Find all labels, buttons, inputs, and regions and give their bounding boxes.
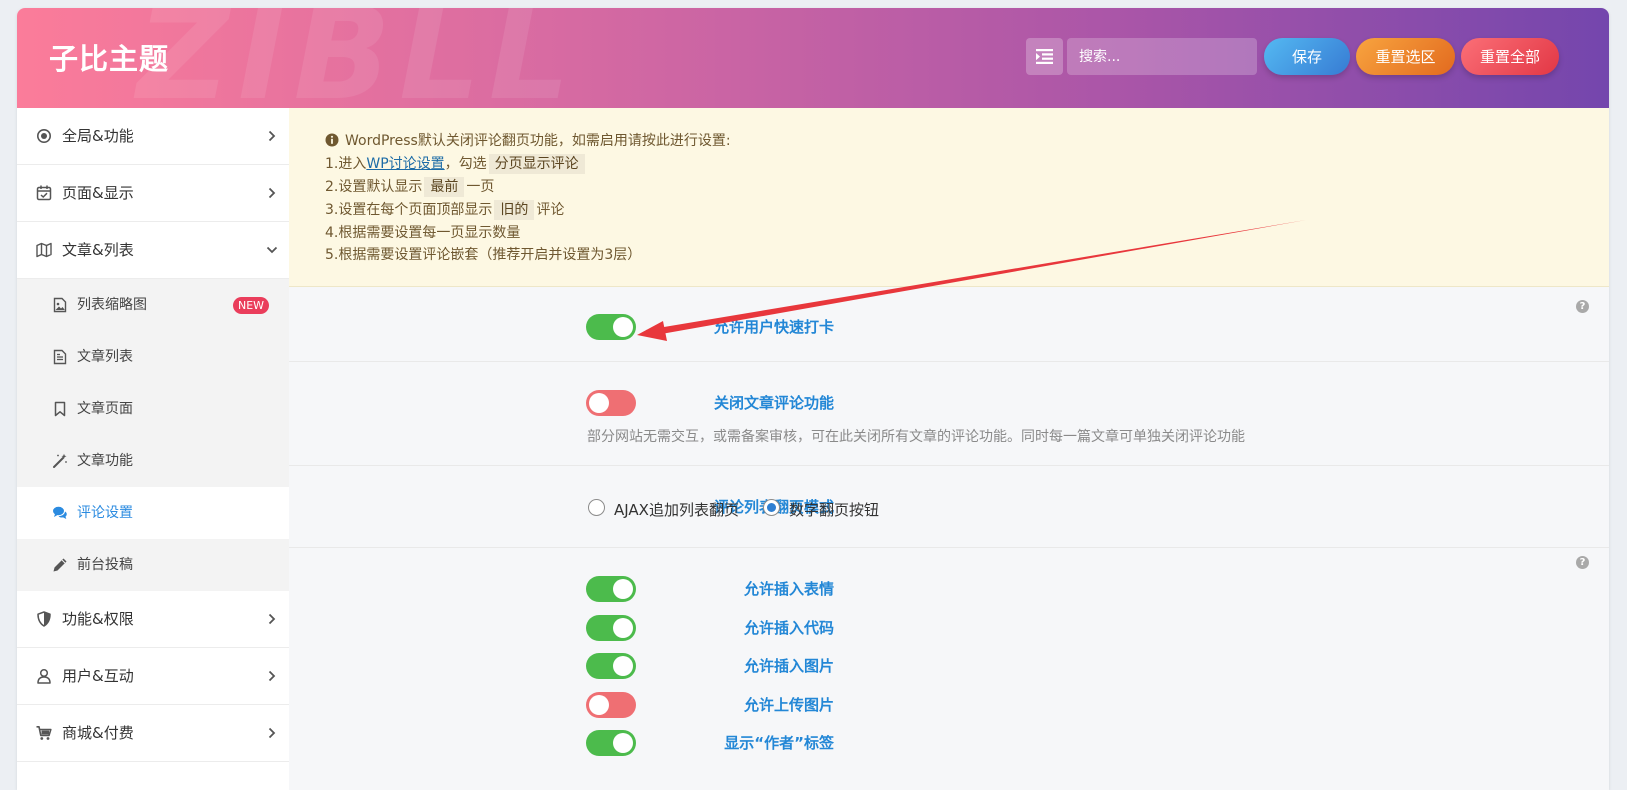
magic-wand-icon — [53, 453, 67, 468]
sidebar-item-global[interactable]: 全局&功能 — [17, 108, 289, 165]
list-indent-icon — [1036, 49, 1053, 64]
chevron-right-icon — [268, 670, 276, 682]
notice-code: 最前 — [424, 177, 465, 197]
sidebar: 全局&功能 页面&显示 文章&列表 列表缩略图 NEW 文章列表 文章页面 文章… — [17, 108, 289, 790]
chevron-right-icon — [268, 613, 276, 625]
sidebar-subitem-label: 文章列表 — [77, 349, 133, 365]
pagination-number-radio[interactable] — [763, 499, 780, 516]
sidebar-subitem-label: 评论设置 — [77, 505, 133, 521]
show-author-tag-label: 显示“作者”标签 — [724, 734, 834, 752]
pagination-mode-label: 评论列表翻页模式 — [289, 496, 834, 517]
show-author-tag-toggle[interactable] — [586, 730, 636, 756]
sidebar-item-shop[interactable]: 商城&付费 — [17, 705, 289, 762]
allow-upload-toggle[interactable] — [586, 692, 636, 718]
allow-image-toggle[interactable] — [586, 653, 636, 679]
image-icon — [53, 297, 67, 313]
notice-title-text: WordPress默认关闭评论翻页功能，如需启用请按此进行设置: — [345, 133, 731, 149]
sidebar-subitem-post-list[interactable]: 文章列表 — [17, 331, 289, 383]
sidebar-subitem-post-features[interactable]: 文章功能 — [17, 435, 289, 487]
pagination-ajax-label[interactable]: AJAX追加列表翻页 — [614, 499, 739, 520]
sidebar-item-label: 商城&付费 — [62, 724, 134, 742]
menu-toggle-button[interactable] — [1026, 38, 1063, 75]
settings-content: WordPress默认关闭评论翻页功能，如需启用请按此进行设置: 1.进入WP讨… — [289, 108, 1609, 790]
pagination-number-label[interactable]: 数字翻页按钮 — [789, 499, 879, 520]
notice-title: WordPress默认关闭评论翻页功能，如需启用请按此进行设置: — [325, 130, 731, 150]
info-icon — [325, 133, 339, 147]
notice-line-3: 3.设置在每个页面顶部显示 旧的 评论 — [325, 199, 565, 220]
bookmark-icon — [54, 401, 66, 417]
chevron-right-icon — [268, 130, 276, 142]
site-logo: 子比主题 — [49, 42, 170, 76]
sidebar-item-label: 全局&功能 — [62, 127, 134, 145]
quick-checkin-label: 允许用户快速打卡 — [713, 318, 834, 336]
sidebar-item-permissions[interactable]: 功能&权限 — [17, 591, 289, 648]
allow-code-label: 允许插入代码 — [743, 619, 834, 637]
pencil-icon — [53, 558, 67, 572]
user-icon — [37, 668, 51, 684]
sidebar-subitem-frontend-post[interactable]: 前台投稿 — [17, 539, 289, 591]
notice-text: 1.进入 — [325, 156, 367, 172]
allow-emoji-label: 允许插入表情 — [743, 580, 834, 598]
sidebar-subitem-thumbnails[interactable]: 列表缩略图 NEW — [17, 279, 289, 331]
watermark-logo: ZIBLL — [137, 8, 579, 108]
wp-discussion-settings-link[interactable]: WP讨论设置 — [366, 156, 444, 172]
shield-icon — [37, 611, 51, 627]
target-icon — [37, 129, 51, 143]
notice-code: 分页显示评论 — [488, 154, 585, 174]
chevron-right-icon — [268, 727, 276, 739]
sidebar-item-posts[interactable]: 文章&列表 — [17, 222, 289, 279]
sidebar-subitem-label: 前台投稿 — [77, 557, 133, 573]
field-close-comments — [289, 362, 1609, 466]
sidebar-item-label: 页面&显示 — [62, 184, 134, 202]
save-button[interactable]: 保存 — [1264, 38, 1350, 75]
allow-code-toggle[interactable] — [586, 615, 636, 641]
sidebar-subitem-label: 列表缩略图 — [77, 297, 147, 313]
sidebar-subitem-label: 文章功能 — [77, 453, 133, 469]
reset-section-button[interactable]: 重置选区 — [1356, 38, 1455, 75]
sidebar-item-label: 用户&互动 — [62, 667, 134, 685]
close-comments-description: 部分网站无需交互，或需备案审核，可在此关闭所有文章的评论功能。同时每一篇文章可单… — [587, 429, 1245, 445]
notice-line-4: 4.根据需要设置每一页显示数量 — [325, 225, 521, 241]
help-icon[interactable]: ? — [1576, 300, 1589, 313]
sidebar-item-label: 文章&列表 — [62, 241, 134, 259]
notice-text: 3.设置在每个页面顶部显示 — [325, 202, 493, 218]
allow-image-label: 允许插入图片 — [743, 657, 834, 675]
reset-all-button[interactable]: 重置全部 — [1461, 38, 1559, 75]
sidebar-item-users[interactable]: 用户&互动 — [17, 648, 289, 705]
new-badge: NEW — [233, 297, 269, 314]
sidebar-subitem-label: 文章页面 — [77, 401, 133, 417]
notice-line-1: 1.进入WP讨论设置，勾选 分页显示评论 — [325, 153, 587, 174]
sidebar-subitem-post-page[interactable]: 文章页面 — [17, 383, 289, 435]
sidebar-subitem-comments[interactable]: 评论设置 — [17, 487, 289, 539]
notice-box: WordPress默认关闭评论翻页功能，如需启用请按此进行设置: 1.进入WP讨… — [289, 108, 1609, 287]
notice-text: 一页 — [466, 179, 495, 195]
notice-text: ，勾选 — [444, 156, 487, 172]
calendar-check-icon — [36, 185, 52, 201]
chevron-down-icon — [266, 246, 278, 254]
close-comments-label: 关闭文章评论功能 — [713, 394, 834, 412]
notice-line-5: 5.根据需要设置评论嵌套（推荐开启并设置为3层） — [325, 247, 642, 263]
quick-checkin-toggle[interactable] — [586, 314, 636, 340]
close-comments-toggle[interactable] — [586, 390, 636, 416]
file-icon — [53, 349, 67, 365]
sidebar-item-pages[interactable]: 页面&显示 — [17, 165, 289, 222]
settings-panel: ZIBLL 子比主题 保存 重置选区 重置全部 全局&功能 — [17, 8, 1609, 790]
allow-upload-label: 允许上传图片 — [743, 696, 834, 714]
notice-text: 评论 — [536, 202, 565, 218]
notice-text: 2.设置默认显示 — [325, 179, 423, 195]
cart-icon — [36, 726, 52, 740]
notice-code: 旧的 — [494, 200, 535, 220]
header-bar: ZIBLL 子比主题 保存 重置选区 重置全部 — [17, 8, 1609, 108]
help-icon[interactable]: ? — [1576, 556, 1589, 569]
allow-emoji-toggle[interactable] — [586, 576, 636, 602]
map-icon — [36, 242, 52, 258]
search-input[interactable] — [1067, 38, 1257, 75]
comments-icon — [53, 506, 67, 519]
notice-line-2: 2.设置默认显示 最前 一页 — [325, 176, 495, 197]
pagination-ajax-radio[interactable] — [588, 499, 605, 516]
sidebar-item-label: 功能&权限 — [62, 610, 134, 628]
chevron-right-icon — [268, 187, 276, 199]
